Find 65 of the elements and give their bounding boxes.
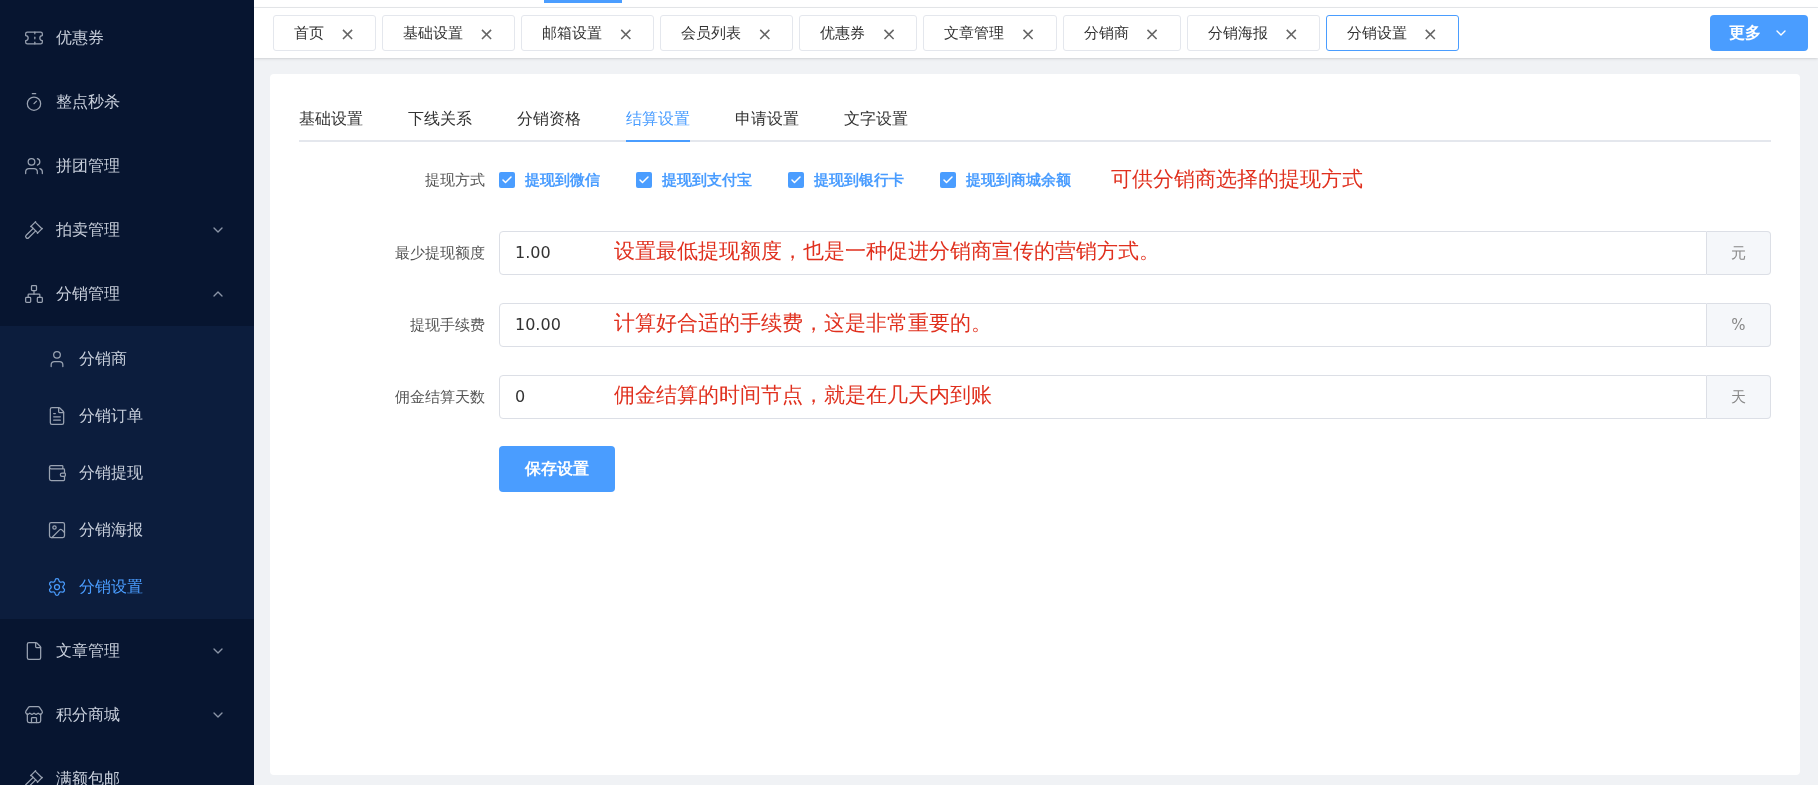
page-tab[interactable]: 会员列表 × [660, 15, 794, 51]
unit-addon: % [1707, 303, 1771, 347]
check-icon [790, 174, 802, 186]
annotation-text: 可供分销商选择的提现方式 [1111, 166, 1363, 194]
settings-icon [47, 576, 67, 597]
field-label: 佣金结算天数 [394, 386, 486, 408]
checkbox[interactable] [788, 172, 804, 188]
sidebar-item[interactable]: 拼团管理 [0, 134, 254, 198]
page-tab[interactable]: 分销海报 × [1186, 15, 1320, 51]
network-icon [24, 284, 44, 304]
check-icon [638, 174, 650, 186]
page-tab[interactable]: 分销设置 × [1325, 15, 1459, 51]
settings-tab[interactable]: 申请设置 [735, 98, 799, 142]
unit-addon: 元 [1707, 231, 1771, 275]
page-tab[interactable]: 首页 × [273, 15, 377, 51]
close-icon[interactable]: × [618, 19, 634, 47]
field-label: 提现方式 [424, 169, 486, 191]
annotation-text: 设置最低提现额度，也是一种促进分销商宣传的营销方式。 [614, 238, 1160, 265]
submenu-item[interactable]: 分销提现 [0, 444, 254, 501]
unit-addon: 天 [1707, 375, 1771, 419]
settings-tab[interactable]: 基础设置 [299, 98, 363, 142]
page-tab[interactable]: 分销商 × [1062, 15, 1181, 51]
close-icon[interactable]: × [1283, 19, 1299, 47]
checkbox[interactable] [499, 172, 515, 188]
page-tab[interactable]: 文章管理 × [923, 15, 1057, 51]
annotation-text: 佣金结算的时间节点，就是在几天内到账 [614, 382, 992, 409]
check-icon [501, 174, 513, 186]
settings-tab[interactable]: 下线关系 [408, 98, 472, 142]
store-icon [24, 705, 44, 725]
checkbox[interactable] [940, 172, 956, 188]
checkbox[interactable] [636, 172, 652, 188]
submenu-item[interactable]: 分销商 [0, 330, 254, 387]
sidebar-item[interactable]: 拍卖管理 [0, 198, 254, 262]
timer-icon [24, 92, 44, 112]
submenu-item[interactable]: 分销订单 [0, 387, 254, 444]
sidebar-item[interactable]: 优惠券 [0, 6, 254, 70]
page-tab[interactable]: 邮箱设置 × [521, 15, 655, 51]
sidebar-item[interactable]: 积分商城 [0, 683, 254, 747]
users-icon [24, 156, 44, 176]
close-icon[interactable]: × [757, 19, 773, 47]
annotation-text: 计算好合适的手续费，这是非常重要的。 [614, 310, 992, 337]
sidebar-item[interactable]: 分销管理 [0, 262, 254, 326]
close-icon[interactable]: × [1422, 19, 1438, 47]
document-icon [24, 641, 44, 661]
close-icon[interactable]: × [881, 19, 897, 47]
wallet-icon [47, 462, 67, 483]
sidebar-item[interactable]: 文章管理 [0, 619, 254, 683]
close-icon[interactable]: × [1020, 19, 1036, 47]
close-icon[interactable]: × [340, 19, 356, 47]
field-label: 最少提现额度 [394, 242, 486, 264]
settings-tab[interactable]: 分销资格 [517, 98, 581, 142]
submenu-item[interactable]: 分销海报 [0, 501, 254, 558]
field-label: 提现手续费 [409, 314, 486, 336]
close-icon[interactable]: × [479, 19, 495, 47]
gavel-icon [24, 769, 44, 785]
check-icon [942, 174, 954, 186]
image-icon [47, 519, 67, 540]
settings-tab[interactable]: 文字设置 [844, 98, 908, 142]
close-icon[interactable]: × [1144, 19, 1160, 47]
document-icon [47, 405, 67, 426]
gavel-icon [24, 220, 44, 240]
page-tab[interactable]: 基础设置 × [382, 15, 516, 51]
page-tab[interactable]: 优惠券 × [799, 15, 918, 51]
sidebar-item[interactable]: 整点秒杀 [0, 70, 254, 134]
submenu-item[interactable]: 分销设置 [0, 558, 254, 615]
